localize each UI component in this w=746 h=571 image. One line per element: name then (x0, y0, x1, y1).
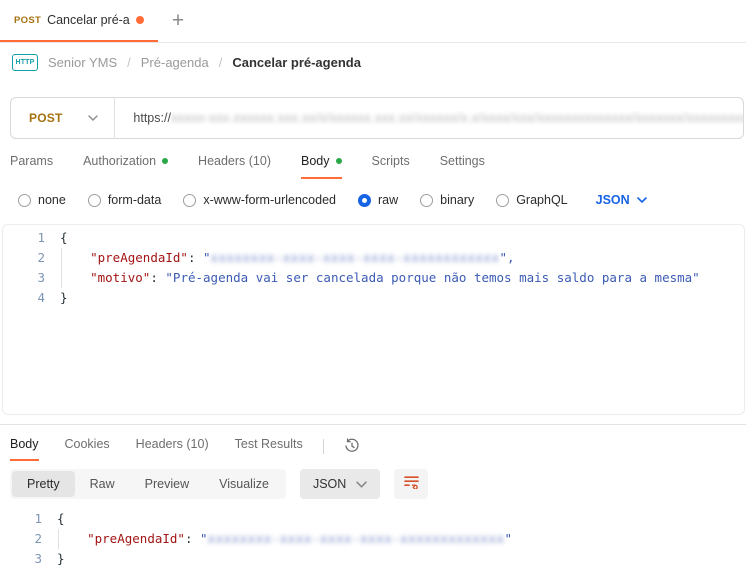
tab-bar: POST Cancelar pré-agenda + (0, 0, 746, 43)
body-language-dropdown[interactable]: JSON (596, 193, 647, 207)
view-preview[interactable]: Preview (130, 471, 204, 497)
postman-window: POST Cancelar pré-agenda + HTTP Senior Y… (0, 0, 746, 568)
tab-settings[interactable]: Settings (440, 153, 485, 179)
response-tab-body[interactable]: Body (10, 437, 39, 461)
new-tab-button[interactable]: + (158, 0, 198, 42)
response-tab-headers[interactable]: Headers (10) (136, 437, 209, 461)
request-tabs: Params Authorization Headers (10) Body S… (0, 139, 746, 179)
indent-guide (61, 268, 62, 288)
line-number: 3 (34, 551, 42, 566)
breadcrumb-request-name: Cancelar pré-agenda (232, 54, 361, 70)
tab-headers[interactable]: Headers (10) (198, 153, 271, 179)
code-line: 2 "preAgendaId": "xxxxxxxx-xxxx-xxxx-xxx… (3, 248, 744, 268)
divider (114, 97, 116, 139)
chevron-down-icon (356, 480, 368, 488)
radio-icon (18, 193, 31, 207)
url-scheme: https:// (133, 111, 171, 125)
body-type-selector: none form-data x-www-form-urlencoded raw… (0, 179, 746, 211)
tab-method-label: POST (14, 14, 42, 26)
history-icon[interactable] (344, 437, 360, 455)
radio-raw[interactable]: raw (358, 193, 398, 207)
line-number: 4 (37, 290, 45, 305)
radio-icon (87, 193, 101, 207)
radio-binary[interactable]: binary (420, 193, 474, 207)
tab-scripts[interactable]: Scripts (372, 153, 410, 179)
code-line: 1 { (3, 228, 744, 248)
request-tab[interactable]: POST Cancelar pré-agenda (0, 0, 158, 42)
radio-icon (420, 193, 434, 207)
chevron-down-icon (636, 197, 647, 203)
view-visualize[interactable]: Visualize (204, 471, 284, 497)
method-dropdown[interactable]: POST (11, 111, 114, 125)
unsaved-changes-dot (136, 16, 144, 24)
code-line: 1 { (0, 509, 746, 529)
code-line: 4 } (3, 288, 744, 308)
code-line: 3 "motivo": "Pré-agenda vai ser cancelad… (3, 268, 744, 288)
indent-guide (61, 248, 62, 268)
tab-body[interactable]: Body (301, 153, 342, 179)
radio-icon (496, 193, 510, 207)
request-url-bar: POST https://xxxxx-xxx.xxxxxx.xxx.xx/x/x… (10, 97, 744, 139)
wrap-lines-icon (403, 474, 420, 494)
view-pretty[interactable]: Pretty (12, 471, 75, 497)
response-body-editor[interactable]: 1 { 2 "preAgendaId": "xxxxxxxx-xxxx-xxxx… (0, 509, 746, 571)
method-label: POST (29, 111, 63, 125)
tab-title: Cancelar pré-agenda (47, 13, 130, 27)
green-status-dot (335, 157, 342, 164)
radio-x-www-form-urlencoded[interactable]: x-www-form-urlencoded (183, 193, 336, 207)
url-redacted-text: xxxxx-xxx.xxxxxx.xxx.xx/x/xxxxxx.xxx.xx/… (170, 111, 743, 125)
line-number: 1 (37, 230, 45, 245)
response-language-dropdown[interactable]: JSON (299, 469, 381, 499)
green-status-dot (162, 157, 169, 164)
code-line: 3 } (0, 549, 746, 569)
breadcrumb-separator: / (218, 54, 223, 70)
redacted-value: xxxxxxxx-xxxx-xxxx-xxxx-xxxxxxxxxxxx (210, 250, 500, 265)
line-number: 2 (34, 531, 42, 546)
tab-params[interactable]: Params (10, 153, 53, 179)
line-number: 1 (34, 511, 42, 526)
response-tabs: Body Cookies Headers (10) Test Results (0, 425, 746, 461)
line-number: 3 (37, 270, 45, 285)
radio-icon (183, 193, 197, 207)
response-view-switcher: Pretty Raw Preview Visualize (10, 469, 286, 499)
code-line: 2 "preAgendaId": "xxxxxxxx-xxxx-xxxx-xxx… (0, 529, 746, 549)
response-tab-cookies[interactable]: Cookies (65, 437, 110, 461)
breadcrumb-folder[interactable]: Pré-agenda (141, 55, 209, 70)
response-view-bar: Pretty Raw Preview Visualize JSON (0, 461, 746, 507)
chevron-down-icon (88, 115, 99, 121)
breadcrumb-collection[interactable]: Senior YMS (48, 55, 117, 70)
breadcrumb: HTTP Senior YMS / Pré-agenda / Cancelar … (0, 43, 746, 81)
radio-graphql[interactable]: GraphQL (496, 193, 568, 207)
breadcrumb-separator: / (127, 54, 131, 70)
response-tab-test-results[interactable]: Test Results (235, 437, 303, 461)
line-number: 2 (37, 250, 45, 265)
request-body-editor[interactable]: 1 { 2 "preAgendaId": "xxxxxxxx-xxxx-xxxx… (2, 224, 745, 415)
view-raw[interactable]: Raw (75, 471, 130, 497)
wrap-lines-button[interactable] (394, 469, 429, 499)
tab-authorization[interactable]: Authorization (83, 153, 169, 179)
radio-icon-selected (358, 193, 371, 207)
http-request-icon: HTTP (12, 53, 38, 71)
radio-form-data[interactable]: form-data (87, 193, 161, 207)
url-input[interactable]: https://xxxxx-xxx.xxxxxx.xxx.xx/x/xxxxxx… (133, 111, 743, 125)
divider (322, 438, 324, 454)
indent-guide (58, 529, 59, 549)
redacted-value: xxxxxxxx-xxxx-xxxx-xxxx-xxxxxxxxxxxxx (207, 531, 505, 546)
radio-none[interactable]: none (18, 193, 66, 207)
